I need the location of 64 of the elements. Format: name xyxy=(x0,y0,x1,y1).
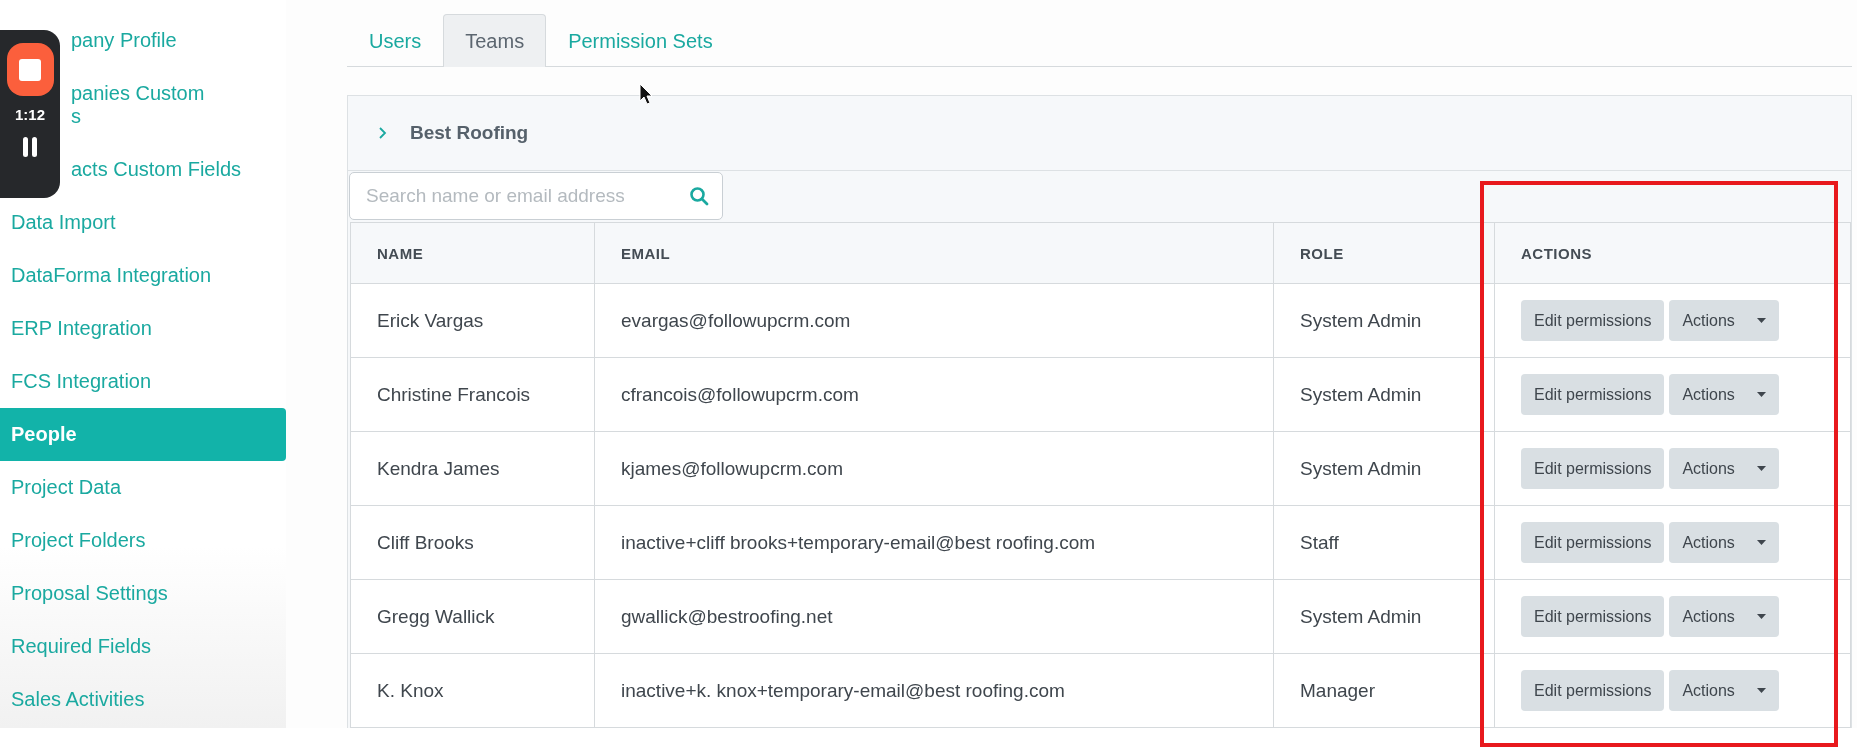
search-field[interactable]: Search name or email address xyxy=(349,172,723,220)
edit-permissions-button[interactable]: Edit permissions xyxy=(1521,596,1665,637)
edit-permissions-button[interactable]: Edit permissions xyxy=(1521,670,1665,711)
column-header: ROLE xyxy=(1274,223,1495,284)
sidebar-item[interactable]: ERP Integration xyxy=(0,302,286,355)
table-cell: inactive+k. knox+temporary-email@best roofing.com xyxy=(595,654,1274,728)
table-cell: Kendra James xyxy=(351,432,595,506)
column-header: NAME xyxy=(351,223,595,284)
column-header: EMAIL xyxy=(595,223,1274,284)
caret-icon xyxy=(1756,688,1766,693)
sidebar-item[interactable]: FCS Integration xyxy=(0,355,286,408)
sidebar-item[interactable]: panies Custom s xyxy=(60,67,286,143)
tab[interactable]: Teams xyxy=(443,14,547,67)
edit-permissions-button[interactable]: Edit permissions xyxy=(1521,374,1665,415)
search-icon[interactable] xyxy=(689,186,709,206)
stop-button[interactable] xyxy=(6,43,54,96)
table-cell: inactive+cliff brooks+temporary-email@best roofing.com xyxy=(595,506,1274,580)
sidebar-item[interactable]: Required Fields xyxy=(0,620,286,673)
stop-icon xyxy=(19,58,41,81)
sidebar-item[interactable]: Project Folders xyxy=(0,514,286,567)
team-name: Best Roofing xyxy=(410,122,529,144)
tab[interactable]: Users xyxy=(347,14,444,67)
table-cell: Cliff Brooks xyxy=(351,506,595,580)
table-cell: gwallick@bestroofing.net xyxy=(595,580,1274,654)
column-header: ACTIONS xyxy=(1495,223,1851,284)
recording-time: 1:12 xyxy=(15,106,45,123)
actions-dropdown-button[interactable]: Actions xyxy=(1669,596,1779,637)
caret-icon xyxy=(1756,466,1766,471)
caret-icon xyxy=(1756,318,1766,323)
actions-dropdown-button[interactable]: Actions xyxy=(1669,448,1779,489)
table-cell: Staff xyxy=(1274,506,1495,580)
actions-dropdown-button[interactable]: Actions xyxy=(1669,670,1779,711)
sidebar-item[interactable]: acts Custom Fields xyxy=(60,143,286,196)
table-cell: evargas@followupcrm.com xyxy=(595,284,1274,358)
table-cell: cfrancois@followupcrm.com xyxy=(595,358,1274,432)
actions-dropdown-button[interactable]: Actions xyxy=(1669,522,1779,563)
table-cell: System Admin xyxy=(1274,432,1495,506)
sidebar-item[interactable]: pany Profile xyxy=(60,14,286,67)
table-cell: K. Knox xyxy=(351,654,595,728)
sidebar-item[interactable]: Proposal Settings xyxy=(0,567,286,620)
edit-permissions-button[interactable]: Edit permissions xyxy=(1521,522,1665,563)
edit-permissions-button[interactable]: Edit permissions xyxy=(1521,448,1665,489)
table-cell: System Admin xyxy=(1274,580,1495,654)
caret-icon xyxy=(1756,392,1766,397)
tab[interactable]: Permission Sets xyxy=(546,14,735,67)
caret-icon xyxy=(1756,614,1766,619)
sidebar-item[interactable]: Project Data xyxy=(0,461,286,514)
sidebar-item[interactable]: DataForma Integration xyxy=(0,249,286,302)
table-cell: kjames@followupcrm.com xyxy=(595,432,1274,506)
table-cell: Erick Vargas xyxy=(351,284,595,358)
chevron-icon[interactable] xyxy=(378,126,388,140)
actions-dropdown-button[interactable]: Actions xyxy=(1669,374,1779,415)
sidebar-item[interactable]: Data Import xyxy=(0,196,286,249)
sidebar-item[interactable]: People xyxy=(0,408,286,461)
table-cell: Manager xyxy=(1274,654,1495,728)
edit-permissions-button[interactable]: Edit permissions xyxy=(1521,300,1665,341)
table-cell: Gregg Wallick xyxy=(351,580,595,654)
table-cell: Christine Francois xyxy=(351,358,595,432)
sidebar-item[interactable]: Sales Activities xyxy=(0,673,286,726)
actions-dropdown-button[interactable]: Actions xyxy=(1669,300,1779,341)
pause-icon[interactable] xyxy=(23,137,37,157)
table-cell: System Admin xyxy=(1274,284,1495,358)
caret-icon xyxy=(1756,540,1766,545)
table-cell: System Admin xyxy=(1274,358,1495,432)
